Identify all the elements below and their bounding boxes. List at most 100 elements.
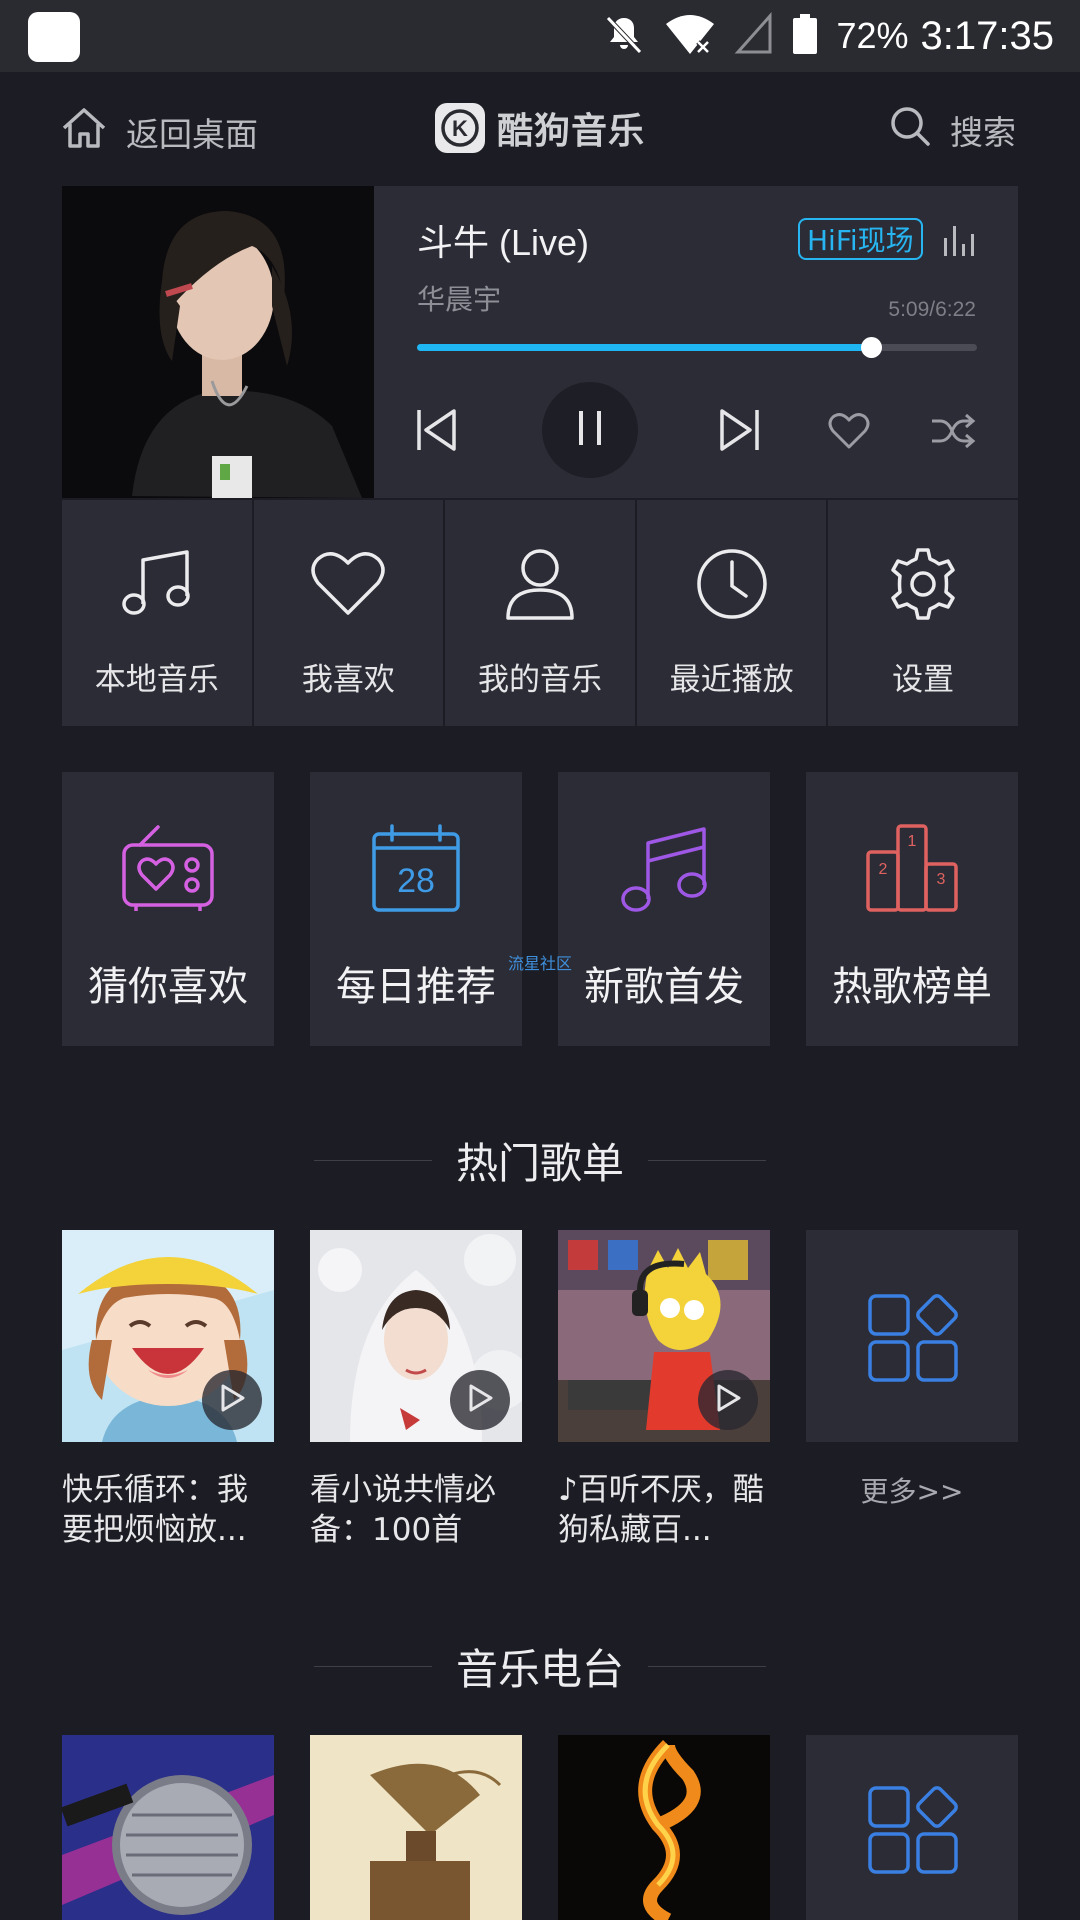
equalizer-icon[interactable]: [942, 222, 978, 262]
recently-played-button[interactable]: 最近播放: [636, 500, 827, 726]
radio-cover[interactable]: [558, 1735, 770, 1920]
playback-time: 5:09/6:22: [888, 298, 976, 321]
progress-knob[interactable]: [860, 337, 882, 358]
watermark: 流星社区: [508, 954, 573, 973]
battery-icon: [792, 12, 818, 60]
pause-icon: [575, 409, 605, 451]
hot-playlists: 快乐循环：我要把烦恼放... 看小说共情必备：100首百...: [62, 1230, 1018, 1550]
guess-you-like-card[interactable]: 猜你喜欢: [62, 772, 274, 1046]
more-grid-icon: [806, 1735, 1018, 1920]
app-notification-icon: [28, 12, 80, 62]
podium-icon: 2 1 3: [864, 820, 960, 916]
my-music-button[interactable]: 我的音乐: [445, 500, 635, 726]
playlist-card[interactable]: ♪百听不厌，酷狗私藏百...: [558, 1230, 770, 1550]
svg-text:3: 3: [937, 871, 946, 888]
now-playing-card: 斗牛 (Live) 华晨宇 HiFi现场 5:09/6:22: [62, 186, 1018, 498]
more-playlists-card[interactable]: 更多>>: [806, 1230, 1018, 1550]
back-to-desktop-label: 返回桌面: [126, 115, 258, 154]
playlist-title[interactable]: 快乐循环：我要把烦恼放...: [62, 1470, 274, 1550]
heart-icon: [310, 544, 386, 624]
guess-you-like-label: 猜你喜欢: [88, 964, 248, 1010]
radio-card[interactable]: [558, 1735, 770, 1920]
home-icon: [60, 104, 108, 160]
divider: [313, 1160, 432, 1161]
hot-playlists-header: 热门歌单: [0, 1130, 1080, 1191]
settings-button[interactable]: 设置: [828, 500, 1018, 726]
status-indicators: 72% 3:17:35: [602, 0, 1054, 72]
heart-icon: [827, 411, 871, 455]
svg-text:28: 28: [397, 862, 435, 900]
new-songs-card[interactable]: 新歌首发: [558, 772, 770, 1046]
playlist-cover[interactable]: [62, 1230, 274, 1442]
playlist-card[interactable]: 快乐循环：我要把烦恼放...: [62, 1230, 274, 1550]
search-icon: [888, 104, 932, 156]
brand-name: 酷狗音乐: [497, 111, 646, 152]
clock-icon: [694, 544, 770, 624]
brand: K 酷狗音乐: [435, 102, 645, 154]
play-button[interactable]: [450, 1370, 510, 1430]
my-music-label: 我的音乐: [477, 662, 602, 698]
recently-played-label: 最近播放: [669, 662, 794, 698]
divider: [648, 1666, 766, 1667]
play-icon: [466, 1383, 494, 1417]
radio-card[interactable]: [62, 1735, 274, 1920]
playlist-card[interactable]: 看小说共情必备：100首百...: [310, 1230, 522, 1550]
shuffle-icon: [930, 411, 976, 455]
local-music-button[interactable]: 本地音乐: [62, 500, 252, 726]
divider: [648, 1160, 766, 1161]
hifi-badge[interactable]: HiFi现场: [798, 218, 923, 260]
progress-bar[interactable]: [417, 337, 977, 358]
pause-button[interactable]: [542, 382, 638, 478]
song-title: 斗牛 (Live): [417, 222, 590, 263]
user-icon: [504, 544, 576, 624]
playlist-cover[interactable]: [310, 1230, 522, 1442]
status-bar: 72% 3:17:35: [0, 0, 1080, 72]
more-link[interactable]: 更多>>: [806, 1470, 1018, 1510]
next-button[interactable]: [714, 402, 764, 462]
music-notes-icon: [616, 820, 712, 916]
radio-cover[interactable]: [62, 1735, 274, 1920]
music-radio-title: 音乐电台: [455, 1645, 624, 1694]
battery-percent: 72%: [836, 15, 909, 56]
album-cover[interactable]: [62, 186, 374, 498]
skip-previous-icon: [414, 405, 460, 459]
playlist-cover[interactable]: [558, 1230, 770, 1442]
skip-next-icon: [716, 405, 762, 459]
radio-cover[interactable]: [310, 1735, 522, 1920]
play-icon: [714, 1383, 742, 1417]
artist-name: 华晨宇: [417, 283, 502, 316]
mute-icon: [602, 12, 646, 60]
like-button[interactable]: [824, 408, 874, 458]
svg-text:1: 1: [908, 833, 917, 850]
play-icon: [218, 1383, 246, 1417]
play-button[interactable]: [698, 1370, 758, 1430]
hot-playlists-title: 热门歌单: [455, 1139, 624, 1188]
hot-chart-label: 热歌榜单: [832, 964, 992, 1010]
radio-stations: [62, 1735, 1018, 1920]
more-radio-card[interactable]: [806, 1735, 1018, 1920]
music-radio-header: 音乐电台: [0, 1636, 1080, 1697]
hot-chart-card[interactable]: 2 1 3 热歌榜单: [806, 772, 1018, 1046]
settings-label: 设置: [892, 662, 955, 698]
more-grid-icon: [806, 1230, 1018, 1442]
back-to-desktop-button[interactable]: 返回桌面: [60, 104, 258, 160]
playlist-title[interactable]: ♪百听不厌，酷狗私藏百...: [558, 1470, 770, 1550]
top-nav: 返回桌面 K 酷狗音乐 搜索: [0, 72, 1080, 187]
svg-text:2: 2: [879, 861, 888, 878]
local-music-label: 本地音乐: [94, 662, 219, 698]
music-note-icon: [119, 544, 195, 624]
favorites-button[interactable]: 我喜欢: [253, 500, 444, 726]
play-button[interactable]: [202, 1370, 262, 1430]
clock: 3:17:35: [920, 13, 1054, 58]
daily-recommend-card[interactable]: 28 每日推荐: [310, 772, 522, 1046]
radio-card[interactable]: [310, 1735, 522, 1920]
shuffle-button[interactable]: [928, 408, 978, 458]
playlist-title[interactable]: 看小说共情必备：100首百...: [310, 1470, 522, 1550]
new-songs-label: 新歌首发: [584, 964, 744, 1010]
divider: [313, 1666, 432, 1667]
progress-fill: [417, 344, 871, 351]
previous-button[interactable]: [412, 402, 462, 462]
svg-text:K: K: [452, 116, 468, 141]
search-button[interactable]: 搜索: [888, 104, 1016, 156]
cell-signal-icon: [734, 12, 774, 60]
